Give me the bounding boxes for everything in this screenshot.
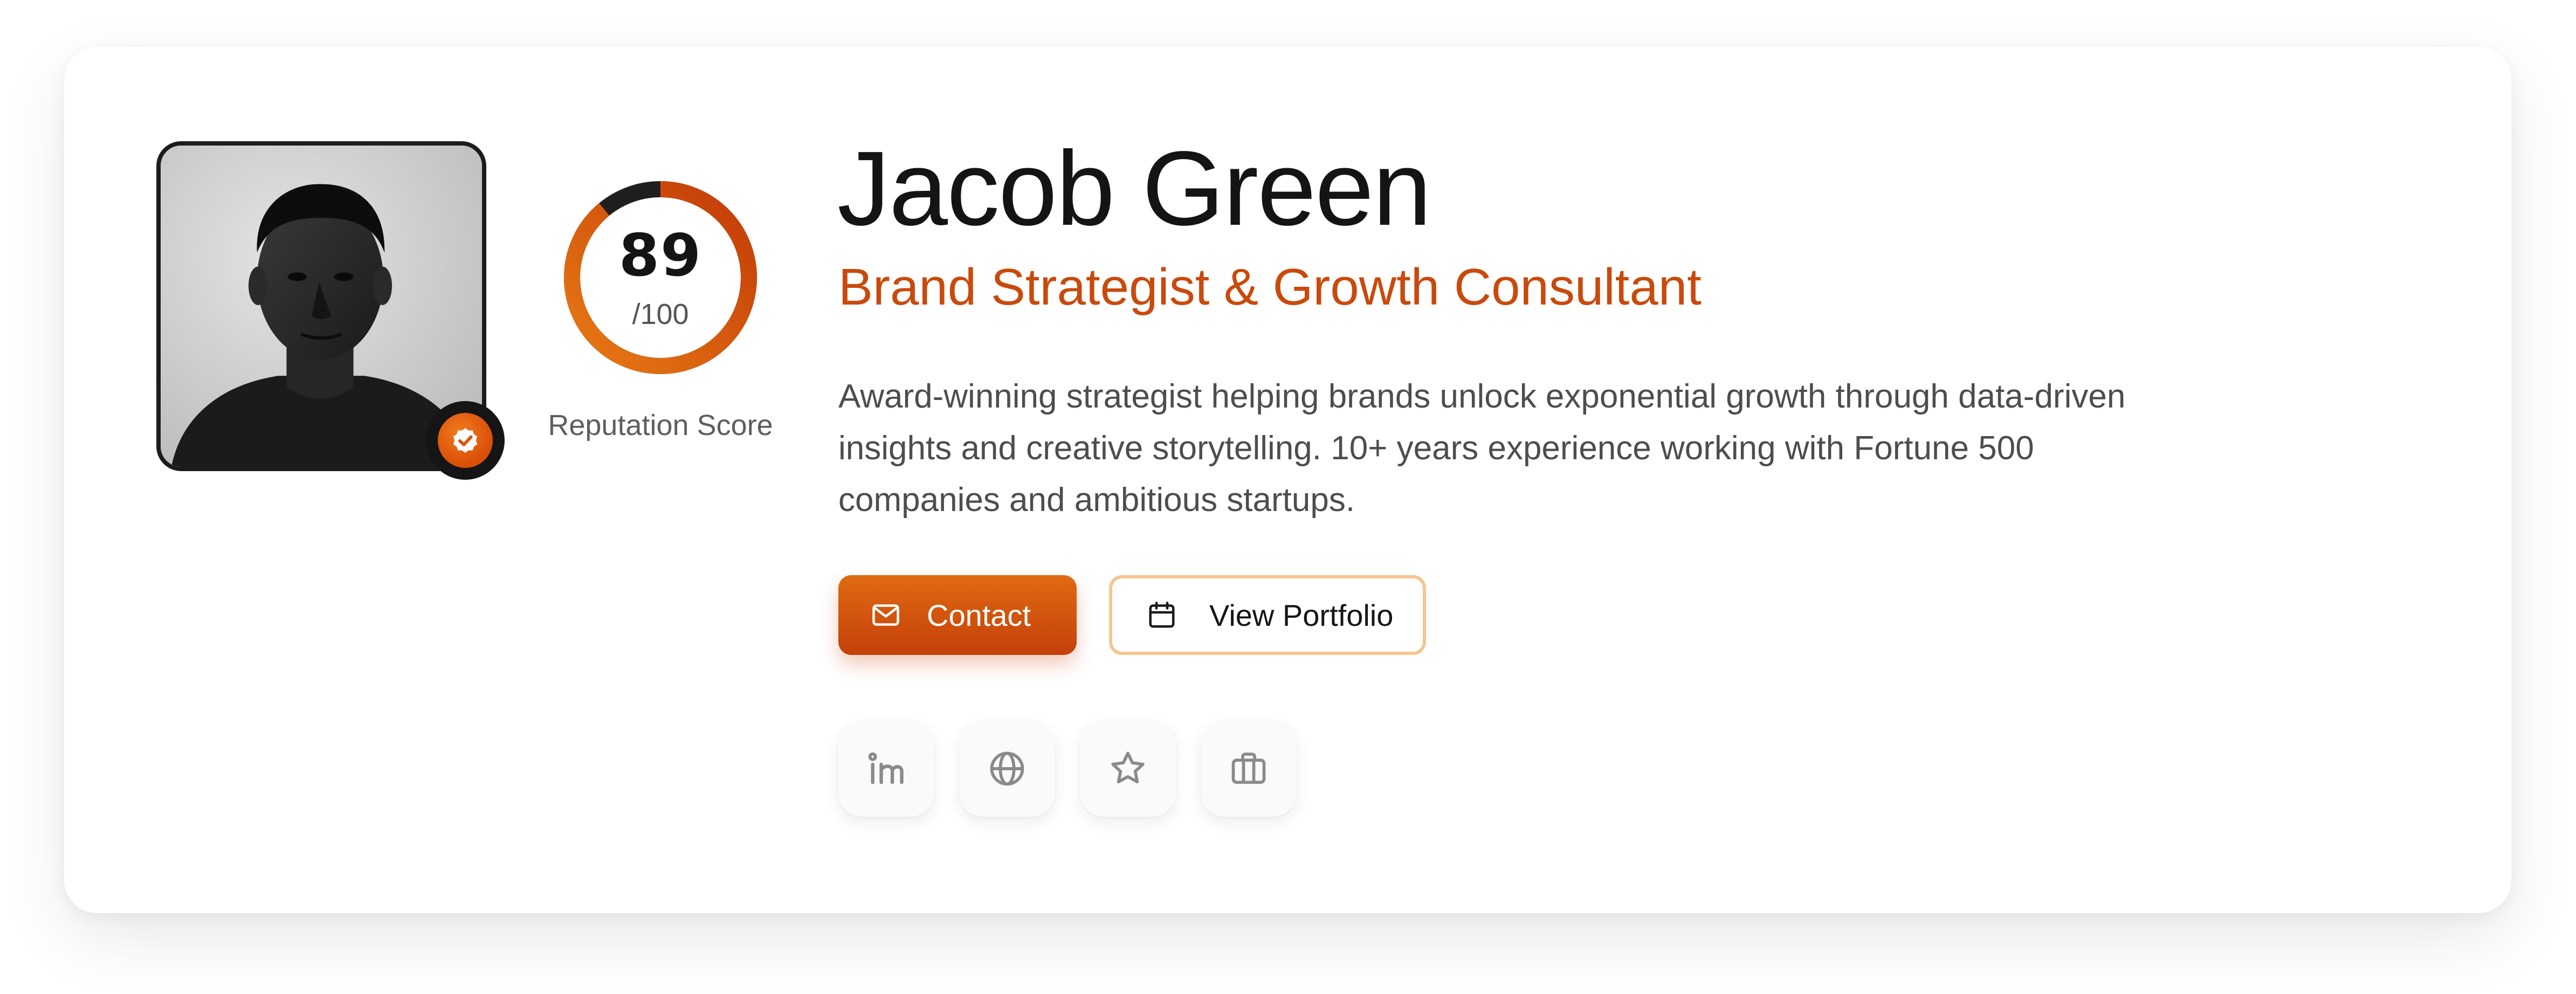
avatar-container	[156, 141, 505, 480]
profile-card: 89 /100 Reputation Score Jacob Green Bra…	[64, 47, 2511, 913]
verified-badge	[426, 401, 505, 480]
star-icon	[1111, 751, 1145, 784]
mail-icon	[870, 599, 902, 631]
score-max: /100	[632, 298, 689, 330]
calendar-icon	[1146, 599, 1178, 631]
social-link-work[interactable]	[1201, 721, 1297, 817]
social-link-linkedin[interactable]	[838, 721, 934, 817]
contact-button[interactable]: Contact	[838, 575, 1077, 655]
view-portfolio-button[interactable]: View Portfolio	[1109, 575, 1426, 655]
view-portfolio-button-label: View Portfolio	[1209, 598, 1394, 632]
briefcase-icon	[1231, 753, 1266, 784]
social-link-reviews[interactable]	[1080, 721, 1176, 817]
reputation-score-ring: 89 /100	[561, 178, 760, 377]
profile-role: Brand Strategist & Growth Consultant	[838, 258, 1702, 316]
profile-name: Jacob Green	[837, 129, 1431, 247]
score-value: 89	[618, 222, 702, 289]
contact-button-label: Contact	[927, 598, 1031, 632]
profile-bio: Award-winning strategist helping brands …	[838, 378, 2126, 519]
linkedin-icon	[868, 752, 904, 784]
verified-check-icon	[453, 428, 478, 453]
social-link-website[interactable]	[959, 721, 1055, 817]
globe-icon	[990, 751, 1024, 786]
score-label: Reputation Score	[548, 409, 773, 441]
